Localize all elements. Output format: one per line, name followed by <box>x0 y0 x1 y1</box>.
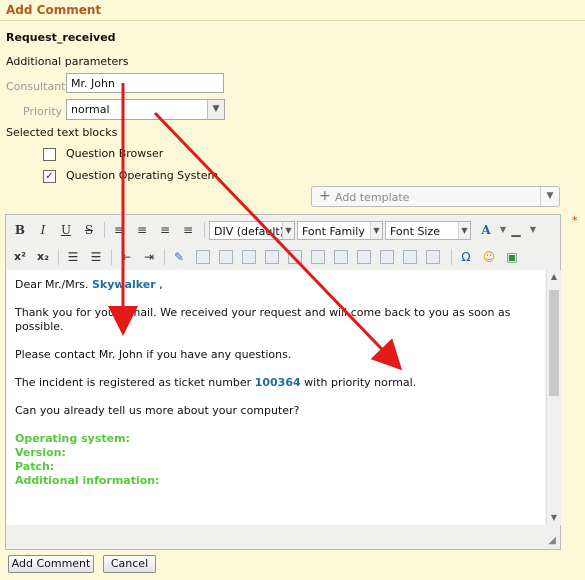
font-size-select-value: Font Size <box>390 225 441 238</box>
delete-row-icon[interactable] <box>311 250 325 264</box>
greeting-suffix: , <box>155 278 163 291</box>
format-select[interactable]: DIV (default) ▼ <box>209 221 295 240</box>
chevron-down-icon[interactable]: ▼ <box>540 187 559 206</box>
chevron-down-icon[interactable]: ▼ <box>547 511 561 525</box>
scrollbar-thumb[interactable] <box>549 290 559 396</box>
chevron-up-icon[interactable]: ▲ <box>547 270 561 284</box>
chevron-down-icon[interactable]: ▼ <box>523 220 543 240</box>
split-cells-icon[interactable] <box>403 250 417 264</box>
panel-title: Add Comment <box>6 3 102 17</box>
field-patch: Patch: <box>15 460 55 473</box>
toolbar-divider <box>451 249 452 265</box>
editor-content-area[interactable]: Dear Mr./Mrs. Skywalker , Thank you for … <box>7 270 545 525</box>
selected-text-blocks-label: Selected text blocks <box>6 126 118 139</box>
font-family-select-value: Font Family <box>302 225 365 238</box>
rich-text-editor[interactable]: B I U S ≡ ≡ ≡ ≡ DIV (default) ▼ Font Fam… <box>5 214 561 550</box>
font-size-select[interactable]: Font Size ▼ <box>385 221 471 240</box>
required-marker: * <box>572 214 578 227</box>
align-center-icon[interactable]: ≡ <box>132 220 152 240</box>
editor-scrollbar[interactable]: ▲ ▼ <box>546 270 561 525</box>
checkbox-label: Question Operating System <box>66 169 219 182</box>
add-comment-button[interactable]: Add Comment <box>8 555 94 573</box>
consultant-input[interactable] <box>66 73 224 93</box>
merge-cells-icon[interactable] <box>426 250 440 264</box>
format-select-value: DIV (default) <box>214 225 285 238</box>
toolbar-row-2: x² x₂ ☰ ☰ ⇤ ⇥ ✎ Ω ☺ ▣ <box>6 244 560 270</box>
toolbar-divider <box>164 249 165 265</box>
field-version: Version: <box>15 446 66 459</box>
bold-button[interactable]: B <box>10 220 30 240</box>
checkbox-question-os[interactable]: ✓ <box>43 170 56 183</box>
insert-image-icon[interactable]: ▣ <box>502 247 522 267</box>
field-operating-system: Operating system: <box>15 432 130 445</box>
cancel-button[interactable]: Cancel <box>103 555 156 573</box>
checkbox-label: Question Browser <box>66 147 164 160</box>
greeting-prefix: Dear Mr./Mrs. <box>15 278 89 291</box>
resize-grip-icon[interactable]: ◢ <box>548 535 556 546</box>
table-cell-props-icon[interactable] <box>242 250 256 264</box>
question-paragraph: Can you already tell us more about your … <box>15 404 300 417</box>
customer-name: Skywalker <box>91 278 156 291</box>
priority-select[interactable]: normal ▼ <box>66 99 225 120</box>
insert-col-after-icon[interactable] <box>357 250 371 264</box>
table-row-props-icon[interactable] <box>219 250 233 264</box>
outdent-icon[interactable]: ⇤ <box>116 247 136 267</box>
chevron-down-icon[interactable]: ▼ <box>458 222 470 239</box>
thanks-paragraph: Thank you for your email. We received yo… <box>15 306 511 333</box>
toolbar-divider <box>111 249 112 265</box>
additional-parameters-label: Additional parameters <box>6 55 129 68</box>
toolbar-row-1: B I U S ≡ ≡ ≡ ≡ DIV (default) ▼ Font Fam… <box>6 217 560 243</box>
template-name: Request_received <box>6 31 116 44</box>
panel-header: Add Comment <box>0 0 585 21</box>
field-additional-information: Additional information: <box>15 474 160 487</box>
priority-label: Priority <box>23 105 63 118</box>
contact-paragraph: Please contact Mr. John if you have any … <box>15 348 292 361</box>
insert-col-before-icon[interactable] <box>334 250 348 264</box>
chevron-down-icon[interactable]: ▼ <box>282 222 294 239</box>
insert-row-before-icon[interactable] <box>265 250 279 264</box>
font-family-select[interactable]: Font Family ▼ <box>297 221 383 240</box>
delete-col-icon[interactable] <box>380 250 394 264</box>
subscript-button[interactable]: x₂ <box>33 247 53 267</box>
toolbar-divider <box>104 222 105 238</box>
strikethrough-button[interactable]: S <box>79 220 99 240</box>
bullet-list-icon[interactable]: ☰ <box>63 247 83 267</box>
indent-icon[interactable]: ⇥ <box>139 247 159 267</box>
edit-source-icon[interactable]: ✎ <box>169 247 189 267</box>
superscript-button[interactable]: x² <box>10 247 30 267</box>
greeting-line: Dear Mr./Mrs. Skywalker , <box>15 278 535 292</box>
underline-button[interactable]: U <box>56 220 76 240</box>
insert-table-icon[interactable] <box>196 250 210 264</box>
ticket-suffix: with priority normal. <box>304 376 417 389</box>
chevron-down-icon[interactable]: ▼ <box>207 100 224 119</box>
italic-button[interactable]: I <box>33 220 53 240</box>
consultant-label: Consultant <box>6 80 66 93</box>
align-left-icon[interactable]: ≡ <box>109 220 129 240</box>
checkbox-question-browser[interactable] <box>43 148 56 161</box>
add-template-label: Add template <box>335 191 410 204</box>
align-right-icon[interactable]: ≡ <box>155 220 175 240</box>
toolbar-divider <box>204 222 205 238</box>
add-template-select[interactable]: + Add template ▼ <box>311 186 560 207</box>
plus-icon: + <box>319 188 331 204</box>
align-justify-icon[interactable]: ≡ <box>178 220 198 240</box>
insert-row-after-icon[interactable] <box>288 250 302 264</box>
toolbar-divider <box>58 249 59 265</box>
chevron-down-icon[interactable]: ▼ <box>370 222 382 239</box>
ticket-number: 100364 <box>254 376 301 389</box>
ticket-prefix: The incident is registered as ticket num… <box>15 376 252 389</box>
numbered-list-icon[interactable]: ☰ <box>86 247 106 267</box>
emoticon-icon[interactable]: ☺ <box>479 247 499 267</box>
ticket-paragraph: The incident is registered as ticket num… <box>15 376 535 390</box>
omega-icon[interactable]: Ω <box>456 247 476 267</box>
priority-selected-value: normal <box>71 103 110 116</box>
